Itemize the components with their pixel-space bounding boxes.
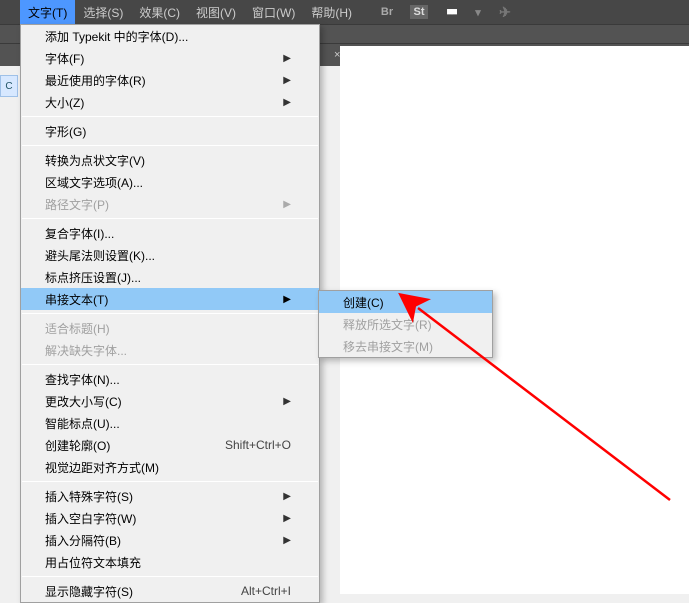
toolbar-icons: Br St ■■ ▾ ✈ (378, 5, 514, 19)
mi-insert-break[interactable]: 插入分隔符(B)▶ (21, 529, 319, 551)
smi-create[interactable]: 创建(C) (319, 291, 492, 313)
menu-separator (22, 116, 318, 117)
menubar: 文字(T) 选择(S) 效果(C) 视图(V) 窗口(W) 帮助(H) Br S… (0, 0, 689, 24)
chevron-right-icon: ▶ (283, 199, 291, 210)
menu-separator (22, 218, 318, 219)
mi-insert-special[interactable]: 插入特殊字符(S)▶ (21, 485, 319, 507)
menu-select[interactable]: 选择(S) (75, 0, 131, 25)
mi-thread[interactable]: 串接文本(T)▶ (21, 288, 319, 310)
mi-smart-punct[interactable]: 智能标点(U)... (21, 412, 319, 434)
chevron-right-icon: ▶ (283, 97, 291, 108)
mi-change-case[interactable]: 更改大小写(C)▶ (21, 390, 319, 412)
mi-kinsoku[interactable]: 避头尾法则设置(K)... (21, 244, 319, 266)
chevron-right-icon: ▶ (283, 53, 291, 64)
menu-view[interactable]: 视图(V) (188, 0, 244, 25)
stock-icon[interactable]: St (410, 5, 428, 19)
menu-type[interactable]: 文字(T) (20, 0, 75, 25)
mi-create-outlines[interactable]: 创建轮廓(O)Shift+Ctrl+O (21, 434, 319, 456)
ruler-handle[interactable]: C (0, 75, 18, 97)
smi-release: 释放所选文字(R) (319, 313, 492, 335)
mi-show-hidden[interactable]: 显示隐藏字符(S)Alt+Ctrl+I (21, 580, 319, 602)
type-menu-dropdown: 添加 Typekit 中的字体(D)... 字体(F)▶ 最近使用的字体(R)▶… (20, 24, 320, 603)
chevron-right-icon: ▶ (283, 396, 291, 407)
mi-resolve-missing: 解决缺失字体... (21, 339, 319, 361)
mi-area-options[interactable]: 区域文字选项(A)... (21, 171, 319, 193)
mi-font[interactable]: 字体(F)▶ (21, 47, 319, 69)
mi-fit-headline: 适合标题(H) (21, 317, 319, 339)
mi-recent[interactable]: 最近使用的字体(R)▶ (21, 69, 319, 91)
mi-find-font[interactable]: 查找字体(N)... (21, 368, 319, 390)
mi-typekit[interactable]: 添加 Typekit 中的字体(D)... (21, 25, 319, 47)
mi-size[interactable]: 大小(Z)▶ (21, 91, 319, 113)
chevron-right-icon: ▶ (283, 491, 291, 502)
chevron-right-icon: ▶ (283, 75, 291, 86)
mi-optical-margin[interactable]: 视觉边距对齐方式(M) (21, 456, 319, 478)
mi-path-text: 路径文字(P)▶ (21, 193, 319, 215)
chevron-right-icon: ▶ (283, 294, 291, 305)
arrange-icon[interactable]: ■■ (442, 5, 460, 19)
mi-mojikumi[interactable]: 标点挤压设置(J)... (21, 266, 319, 288)
menu-separator (22, 364, 318, 365)
menu-separator (22, 481, 318, 482)
menu-separator (22, 145, 318, 146)
menu-effect[interactable]: 效果(C) (131, 0, 188, 25)
mi-placeholder[interactable]: 用占位符文本填充 (21, 551, 319, 573)
menu-separator (22, 313, 318, 314)
mi-convert-point[interactable]: 转换为点状文字(V) (21, 149, 319, 171)
thread-submenu: 创建(C) 释放所选文字(R) 移去串接文字(M) (318, 290, 493, 358)
chevron-right-icon: ▶ (283, 535, 291, 546)
bridge-icon[interactable]: Br (378, 5, 396, 19)
mi-insert-whitespace[interactable]: 插入空白字符(W)▶ (21, 507, 319, 529)
menu-window[interactable]: 窗口(W) (244, 0, 303, 25)
paperplane-icon[interactable]: ✈ (496, 5, 514, 19)
mi-composite[interactable]: 复合字体(I)... (21, 222, 319, 244)
smi-remove: 移去串接文字(M) (319, 335, 492, 357)
menu-separator (22, 576, 318, 577)
menu-help[interactable]: 帮助(H) (303, 0, 360, 25)
mi-glyph[interactable]: 字形(G) (21, 120, 319, 142)
chevron-right-icon: ▶ (283, 513, 291, 524)
